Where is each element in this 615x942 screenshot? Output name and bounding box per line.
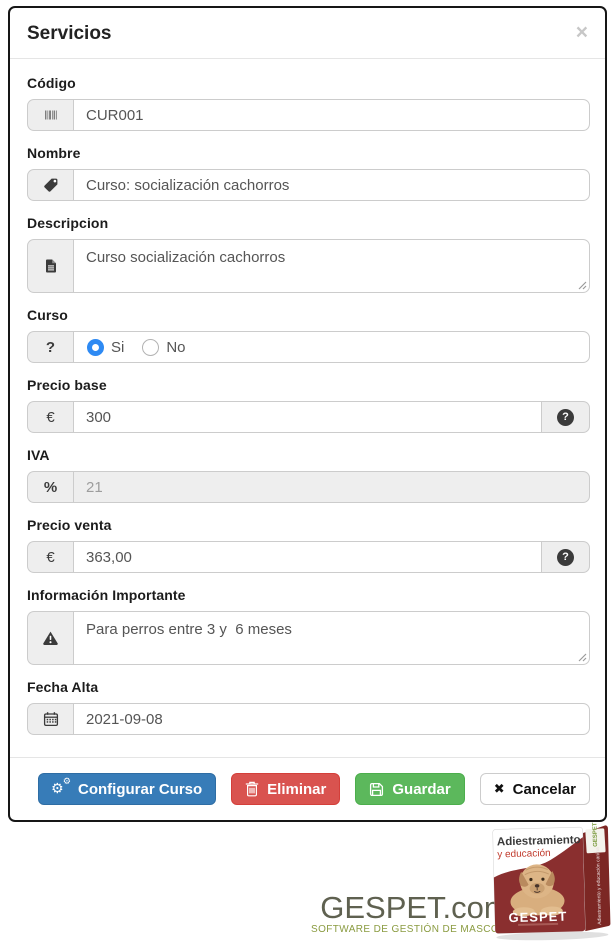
nombre-label: Nombre <box>27 145 590 161</box>
percent-icon: % <box>27 471 73 503</box>
fecha-alta-input[interactable] <box>73 703 590 735</box>
modal-title: Servicios <box>27 23 112 45</box>
gespet-logo-tagline: SOFTWARE DE GESTIÓN DE MASCOTAS <box>311 924 519 935</box>
field-nombre: Nombre <box>27 145 590 201</box>
eliminar-button[interactable]: Eliminar <box>231 773 340 805</box>
gespet-logo: GESPET.com SOFTWARE DE GESTIÓN DE MASCOT… <box>311 893 519 935</box>
x-icon: ✖ <box>494 783 505 796</box>
trash-icon <box>245 781 259 797</box>
descripcion-label: Descripcion <box>27 215 590 231</box>
precio-base-help-addon: ? <box>542 401 590 433</box>
question-icon: ? <box>27 331 73 363</box>
box-spine-brand: GESPET <box>592 822 599 847</box>
precio-base-input[interactable] <box>73 401 542 433</box>
product-box-image: GESPET Adiestramiento y educación canina… <box>489 822 613 942</box>
fecha-alta-label: Fecha Alta <box>27 679 590 695</box>
modal-footer: ⚙ ⚙ Configurar Curso <box>10 757 605 820</box>
radio-option-si[interactable]: Si <box>87 339 124 356</box>
field-info-importante: Información Importante Para perros entre… <box>27 587 590 665</box>
curso-radio-group: Si No <box>73 331 590 363</box>
field-codigo: Código <box>27 75 590 131</box>
nombre-input[interactable] <box>73 169 590 201</box>
help-circle-icon[interactable]: ? <box>557 549 574 566</box>
file-text-icon <box>27 239 73 293</box>
field-fecha-alta: Fecha Alta <box>27 679 590 735</box>
box-title-line2: y educación <box>497 848 551 860</box>
radio-selected-icon[interactable] <box>87 339 104 356</box>
barcode-icon <box>27 99 73 131</box>
gespet-logo-text: GESPET.com <box>311 893 519 923</box>
box-title-line1: Adiestramiento <box>497 834 581 848</box>
euro-icon: € <box>27 401 73 433</box>
field-precio-venta: Precio venta € ? <box>27 517 590 573</box>
field-curso: Curso ? Si No <box>27 307 590 363</box>
resize-handle-icon[interactable] <box>577 280 587 290</box>
modal-body: Código <box>10 59 605 757</box>
precio-venta-input[interactable] <box>73 541 542 573</box>
field-precio-base: Precio base € ? <box>27 377 590 433</box>
configurar-curso-button[interactable]: ⚙ ⚙ Configurar Curso <box>38 773 216 805</box>
gears-icon: ⚙ ⚙ <box>52 781 70 798</box>
help-circle-icon[interactable]: ? <box>557 409 574 426</box>
radio-si-label: Si <box>111 339 124 356</box>
calendar-icon <box>27 703 73 735</box>
iva-label: IVA <box>27 447 590 463</box>
field-descripcion: Descripcion Curso socialización cachorro… <box>27 215 590 293</box>
codigo-input[interactable] <box>73 99 590 131</box>
page: Servicios × Código <box>0 0 615 942</box>
guardar-button[interactable]: Guardar <box>355 773 464 805</box>
save-icon <box>369 782 384 797</box>
info-importante-textarea[interactable]: Para perros entre 3 y 6 meses <box>73 611 590 665</box>
box-brand: GESPET <box>508 909 567 926</box>
curso-label: Curso <box>27 307 590 323</box>
radio-unselected-icon[interactable] <box>142 339 159 356</box>
modal-header: Servicios × <box>10 8 605 59</box>
servicios-modal: Servicios × Código <box>8 6 607 822</box>
precio-base-label: Precio base <box>27 377 590 393</box>
field-iva: IVA % <box>27 447 590 503</box>
warning-icon <box>27 611 73 665</box>
precio-venta-label: Precio venta <box>27 517 590 533</box>
codigo-label: Código <box>27 75 590 91</box>
iva-input <box>73 471 590 503</box>
euro-icon: € <box>27 541 73 573</box>
resize-handle-icon[interactable] <box>577 652 587 662</box>
close-icon[interactable]: × <box>576 23 588 43</box>
info-importante-label: Información Importante <box>27 587 590 603</box>
cancelar-button[interactable]: ✖ Cancelar <box>480 773 590 805</box>
radio-option-no[interactable]: No <box>142 339 185 356</box>
precio-venta-help-addon: ? <box>542 541 590 573</box>
tag-icon <box>27 169 73 201</box>
radio-no-label: No <box>166 339 185 356</box>
descripcion-textarea[interactable]: Curso socialización cachorros <box>73 239 590 293</box>
